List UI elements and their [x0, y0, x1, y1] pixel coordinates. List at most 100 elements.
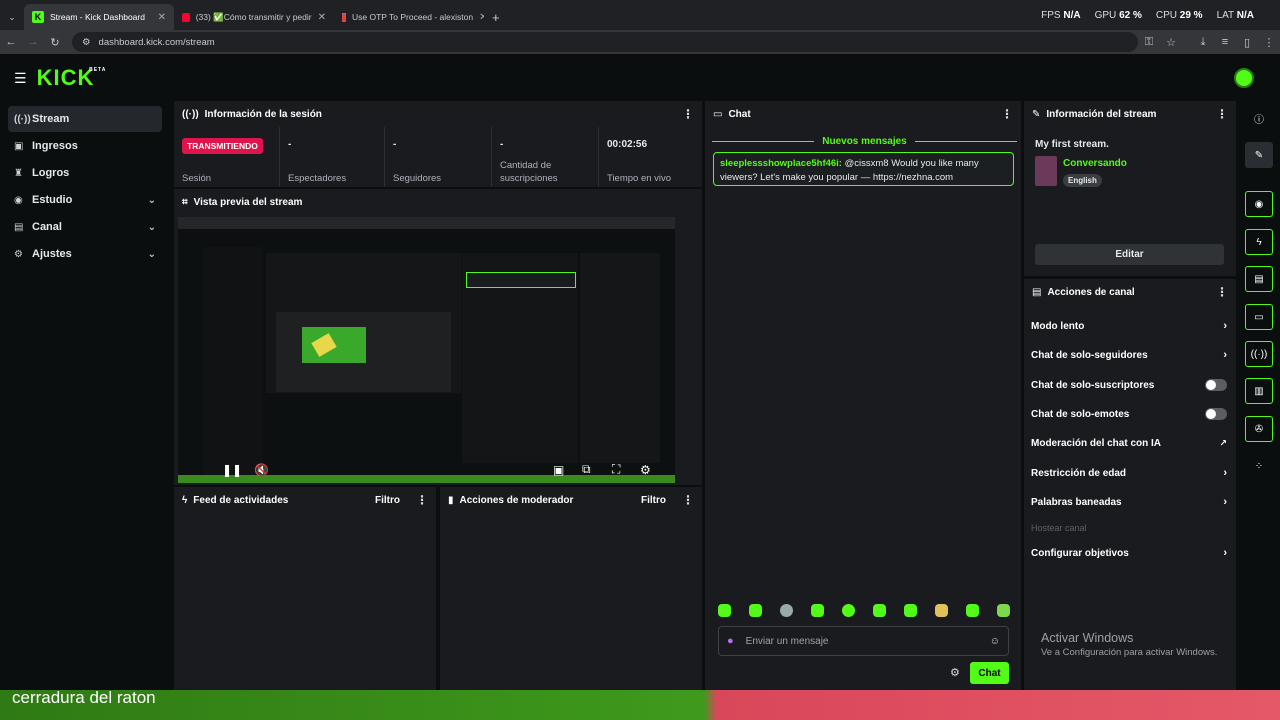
filter-button[interactable]: Filtro: [641, 495, 666, 506]
popout-icon[interactable]: ⧉: [582, 462, 591, 477]
emote-icon[interactable]: [966, 604, 979, 617]
edit-pencil-icon[interactable]: ✎: [1245, 142, 1273, 168]
emote-icon[interactable]: [935, 604, 948, 617]
new-tab-button[interactable]: +: [484, 4, 508, 30]
edit-button[interactable]: Editar: [1035, 244, 1224, 265]
slow-mode-row[interactable]: Modo lento ›: [1031, 316, 1227, 336]
sidebar-item-ajustes[interactable]: ⚙ Ajustes ⌄: [8, 241, 162, 267]
browser-address-bar: ← → ↻ ⚙ dashboard.kick.com/stream ⚿ ☆ ⤓ …: [0, 30, 1280, 54]
emote-icon[interactable]: [873, 604, 886, 617]
add-widget-icon[interactable]: ⁘: [1245, 453, 1273, 479]
camera-icon[interactable]: ◉: [1245, 191, 1273, 217]
browser-menu-icon[interactable]: ⋮: [1258, 36, 1280, 49]
more-options-icon[interactable]: ⋮: [1216, 107, 1228, 121]
site-info-icon[interactable]: ⚙: [82, 37, 91, 48]
close-tab-icon[interactable]: ✕: [158, 12, 166, 23]
send-chat-button[interactable]: Chat: [970, 662, 1009, 684]
close-tab-icon[interactable]: ✕: [318, 12, 326, 23]
emotes-only-toggle[interactable]: [1205, 408, 1227, 420]
background-game-strip: [0, 690, 1280, 720]
forward-icon[interactable]: →: [22, 36, 44, 48]
followers-only-chat-row[interactable]: Chat de solo-seguidores ›: [1031, 345, 1227, 365]
stat-subscriptions: - Cantidad de suscripciones: [492, 127, 599, 187]
filter-button[interactable]: Filtro: [375, 495, 400, 506]
subscribers-only-toggle[interactable]: [1205, 379, 1227, 391]
channel-icon: ▤: [14, 221, 24, 233]
document-icon[interactable]: ▤: [1245, 266, 1273, 292]
fps-value: N/A: [1063, 10, 1081, 21]
sidebar-item-stream[interactable]: ((·)) Stream: [8, 106, 162, 132]
chevron-right-icon: ›: [1223, 467, 1227, 479]
more-options-icon[interactable]: ⋮: [416, 493, 428, 507]
more-options-icon[interactable]: ⋮: [682, 493, 694, 507]
password-key-icon[interactable]: ⚿: [1138, 36, 1160, 49]
stream-info-panel: ✎ Información del stream ⋮ My first stre…: [1024, 101, 1236, 276]
url-input[interactable]: ⚙ dashboard.kick.com/stream: [72, 32, 1138, 52]
browser-tab-kick[interactable]: K Stream - Kick Dashboard ✕: [24, 4, 174, 30]
lightning-icon: ϟ: [182, 494, 188, 506]
pip-icon[interactable]: ▣: [553, 463, 564, 477]
category-thumbnail: [1035, 156, 1057, 186]
banned-words-row[interactable]: Palabras baneadas ›: [1031, 492, 1227, 512]
chat-username[interactable]: sleeplessshowplace5hf46i:: [720, 158, 842, 169]
tab-label: Stream - Kick Dashboard: [50, 12, 145, 22]
sidebar-item-ingresos[interactable]: ▣ Ingresos: [8, 133, 162, 159]
tab-label: (33) ✅Cómo transmitir y pedir: [195, 11, 312, 22]
emote-icon[interactable]: [718, 604, 731, 617]
emote-icon[interactable]: [811, 604, 824, 617]
sidebar-item-estudio[interactable]: ◉ Estudio ⌄: [8, 187, 162, 213]
emoji-icon[interactable]: ☺: [990, 636, 1000, 647]
info-icon[interactable]: ⓘ: [1245, 105, 1273, 131]
emote-icon[interactable]: [749, 604, 762, 617]
age-restriction-row[interactable]: Restricción de edad ›: [1031, 463, 1227, 483]
url-text: dashboard.kick.com/stream: [98, 36, 215, 48]
ai-chat-moderation-row[interactable]: Moderación del chat con IA ↗: [1031, 433, 1227, 453]
sidebar-item-canal[interactable]: ▤ Canal ⌄: [8, 214, 162, 240]
new-messages-divider[interactable]: Nuevos mensajes: [712, 134, 1017, 148]
stream-preview-video[interactable]: ❚❚ 🔇 ▣ ⧉ ⛶ ⚙: [178, 217, 675, 483]
side-panel-icon[interactable]: ▯: [1236, 36, 1258, 49]
chevron-right-icon: ›: [1223, 349, 1227, 361]
tab-list-button[interactable]: ⌄: [0, 4, 24, 30]
microphone-icon[interactable]: ●: [727, 635, 734, 647]
category-name[interactable]: Conversando: [1063, 158, 1127, 169]
more-options-icon[interactable]: ⋮: [1216, 285, 1228, 299]
gear-icon[interactable]: ⚙: [640, 463, 651, 477]
hamburger-menu-icon[interactable]: ☰: [14, 70, 27, 87]
browser-tab-gmail[interactable]: Use OTP To Proceed - alexiston ✕: [334, 4, 484, 30]
more-options-icon[interactable]: ⋮: [1001, 107, 1013, 121]
status-badge: TRANSMITIENDO: [182, 138, 263, 154]
language-tag: English: [1063, 174, 1102, 187]
chevron-right-icon: ›: [1223, 320, 1227, 332]
broadcast-icon[interactable]: ((·)): [1245, 341, 1273, 367]
sidebar-item-logros[interactable]: ♜ Logros: [8, 160, 162, 186]
bookmark-star-icon[interactable]: ☆: [1160, 36, 1182, 49]
chevron-right-icon: ›: [1223, 496, 1227, 508]
fullscreen-icon[interactable]: ⛶: [612, 462, 620, 477]
chat-message-input[interactable]: ● Enviar un mensaje ☺: [718, 626, 1009, 656]
chat-message[interactable]: sleeplessshowplace5hf46i: @cissxm8 Would…: [713, 152, 1014, 186]
emote-icon[interactable]: [780, 604, 793, 617]
more-options-icon[interactable]: ⋮: [682, 107, 694, 121]
emote-icon[interactable]: [904, 604, 917, 617]
wrench-icon[interactable]: ✇: [1245, 416, 1273, 442]
video-caption: cerradura del raton: [12, 688, 156, 707]
emote-icon[interactable]: [842, 604, 855, 617]
stat-viewers: - Espectadores: [280, 127, 385, 187]
back-icon[interactable]: ←: [0, 36, 22, 48]
kick-logo[interactable]: KICK BETA: [37, 65, 106, 91]
mute-icon[interactable]: 🔇: [254, 463, 269, 477]
pause-icon[interactable]: ❚❚: [222, 463, 242, 477]
reload-icon[interactable]: ↻: [44, 36, 66, 49]
reading-list-icon[interactable]: ≡: [1214, 36, 1236, 48]
emote-icon[interactable]: [997, 604, 1010, 617]
browser-tab-youtube[interactable]: (33) ✅Cómo transmitir y pedir ✕: [174, 4, 334, 30]
chat-bubble-icon[interactable]: ▭: [1245, 304, 1273, 330]
layout-icon[interactable]: ▥: [1245, 378, 1273, 404]
avatar[interactable]: [1234, 68, 1254, 88]
browser-tab-bar: ⌄ K Stream - Kick Dashboard ✕ (33) ✅Cómo…: [0, 0, 1280, 30]
download-icon[interactable]: ⤓: [1192, 36, 1214, 49]
lightning-icon[interactable]: ϟ: [1245, 229, 1273, 255]
chat-settings-gear-icon[interactable]: ⚙: [950, 666, 960, 679]
configure-goals-row[interactable]: Configurar objetivos ›: [1031, 543, 1227, 563]
